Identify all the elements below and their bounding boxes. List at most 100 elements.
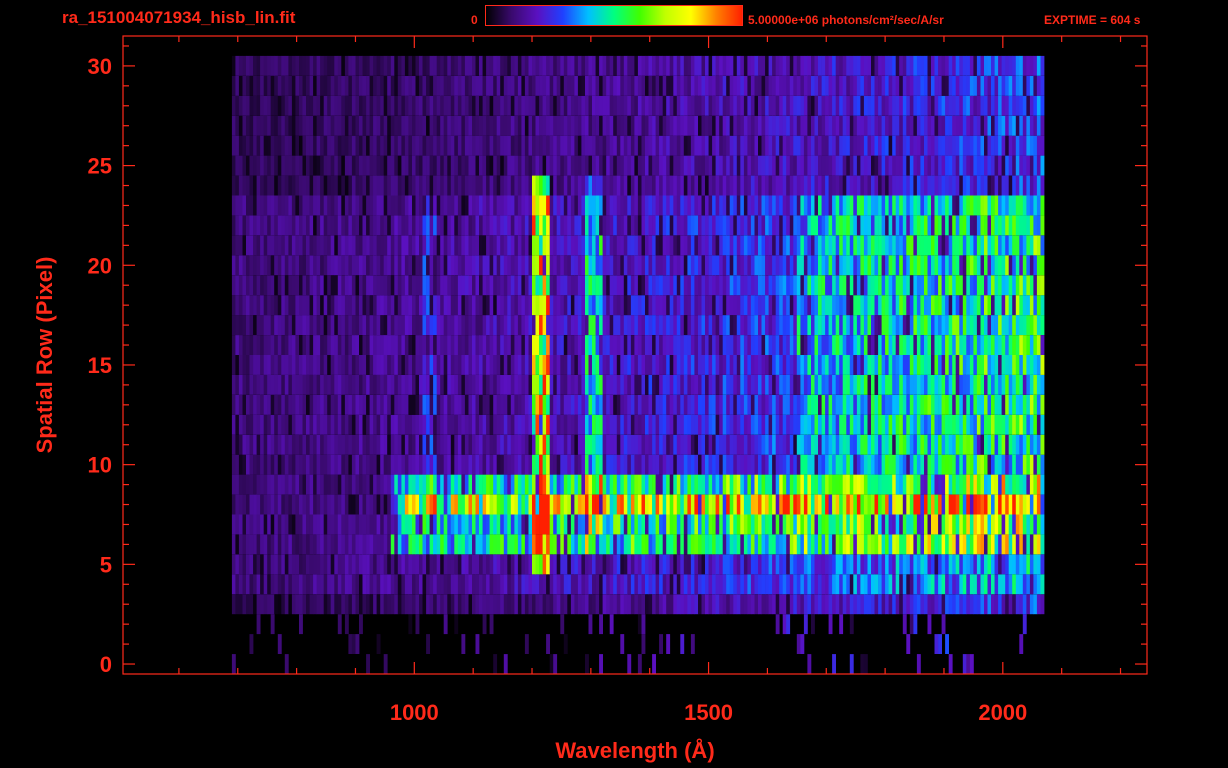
heatmap-cell [468, 454, 473, 475]
heatmap-cell [885, 594, 889, 615]
heatmap-cell [507, 594, 512, 615]
heatmap-cell [754, 355, 759, 375]
heatmap-cell [800, 315, 805, 335]
heatmap-cell [440, 295, 445, 316]
heatmap-cell [415, 454, 420, 475]
heatmap-cell [839, 295, 844, 316]
heatmap-cell [260, 514, 264, 535]
heatmap-cell [931, 215, 935, 236]
heatmap-cell [355, 534, 360, 555]
heatmap-cell [705, 315, 709, 335]
heatmap-cell [447, 215, 452, 236]
heatmap-cell [637, 614, 642, 635]
heatmap-cell [976, 574, 981, 595]
heatmap-cell [412, 434, 416, 455]
heatmap-cell [249, 594, 254, 615]
heatmap-cell [634, 235, 639, 256]
heatmap-cell [535, 394, 540, 415]
heatmap-cell [496, 534, 501, 555]
heatmap-cell [814, 235, 819, 256]
heatmap-cell [334, 434, 339, 455]
heatmap-cell [464, 574, 469, 595]
heatmap-cell [468, 255, 473, 276]
heatmap-cell [260, 275, 264, 296]
heatmap-cell [408, 175, 413, 196]
heatmap-cell [359, 255, 363, 276]
heatmap-cell [1036, 494, 1041, 515]
heatmap-cell [712, 335, 716, 355]
heatmap-cell [351, 634, 356, 654]
heatmap-cell [521, 494, 526, 515]
heatmap-cell [789, 315, 794, 335]
heatmap-cell [627, 454, 632, 475]
heatmap-cell [616, 235, 621, 256]
heatmap-cell [821, 195, 826, 216]
heatmap-cell [267, 235, 272, 256]
heatmap-cell [528, 474, 533, 495]
heatmap-cell [690, 594, 695, 615]
heatmap-cell [489, 315, 494, 335]
heatmap-cell [281, 534, 286, 555]
heatmap-cell [694, 335, 699, 355]
heatmap-cell [288, 275, 293, 296]
heatmap-cell [690, 634, 695, 654]
heatmap-cell [323, 454, 328, 475]
heatmap-cell [1036, 295, 1041, 316]
heatmap-cell [387, 454, 392, 475]
heatmap-cell [934, 315, 939, 335]
heatmap-cell [320, 394, 324, 415]
heatmap-cell [563, 454, 568, 475]
heatmap-cell [789, 514, 794, 535]
heatmap-cell [330, 534, 335, 555]
heatmap-cell [652, 654, 656, 674]
heatmap-cell [1029, 355, 1034, 375]
heatmap-cell [528, 255, 533, 276]
heatmap-cell [715, 215, 720, 236]
heatmap-cell [249, 255, 254, 276]
heatmap-cell [334, 514, 339, 535]
heatmap-cell [694, 295, 699, 316]
heatmap-cell [786, 454, 791, 475]
heatmap-cell [652, 374, 656, 395]
heatmap-cell [863, 514, 868, 535]
heatmap-cell [634, 474, 639, 495]
heatmap-cell [510, 414, 515, 435]
heatmap-cell [299, 275, 303, 296]
heatmap-cell [1015, 534, 1020, 555]
heatmap-cell [814, 414, 819, 435]
heatmap-cell [602, 394, 607, 415]
heatmap-cell [1001, 255, 1006, 276]
heatmap-cell [412, 255, 416, 276]
heatmap-cell [673, 355, 678, 375]
heatmap-cell [373, 195, 377, 216]
heatmap-cell [585, 554, 589, 575]
heatmap-cell [274, 394, 279, 415]
heatmap-cell [309, 594, 314, 615]
heatmap-cell [577, 315, 582, 335]
heatmap-cell [733, 315, 738, 335]
heatmap-cell [599, 434, 603, 455]
heatmap-cell [517, 295, 522, 316]
heatmap-cell [369, 474, 374, 495]
heatmap-cell [832, 594, 836, 615]
heatmap-cell [966, 394, 971, 415]
heatmap-cell [1022, 554, 1027, 575]
heatmap-cell [902, 275, 907, 296]
heatmap-cell [330, 594, 335, 615]
heatmap-cell [849, 235, 854, 256]
heatmap-cell [948, 355, 953, 375]
heatmap-cell [814, 514, 819, 535]
heatmap-cell [482, 255, 487, 276]
heatmap-cell [698, 554, 702, 575]
heatmap-cell [743, 414, 748, 435]
heatmap-cell [924, 454, 928, 475]
heatmap-cell [295, 215, 300, 236]
heatmap-cell [623, 215, 628, 236]
heatmap-cell [768, 335, 773, 355]
heatmap-cell [984, 574, 988, 595]
heatmap-cell [263, 394, 268, 415]
heatmap-cell [334, 255, 339, 276]
heatmap-cell [909, 315, 914, 335]
heatmap-cell [606, 494, 611, 515]
heatmap-cell [609, 514, 614, 535]
